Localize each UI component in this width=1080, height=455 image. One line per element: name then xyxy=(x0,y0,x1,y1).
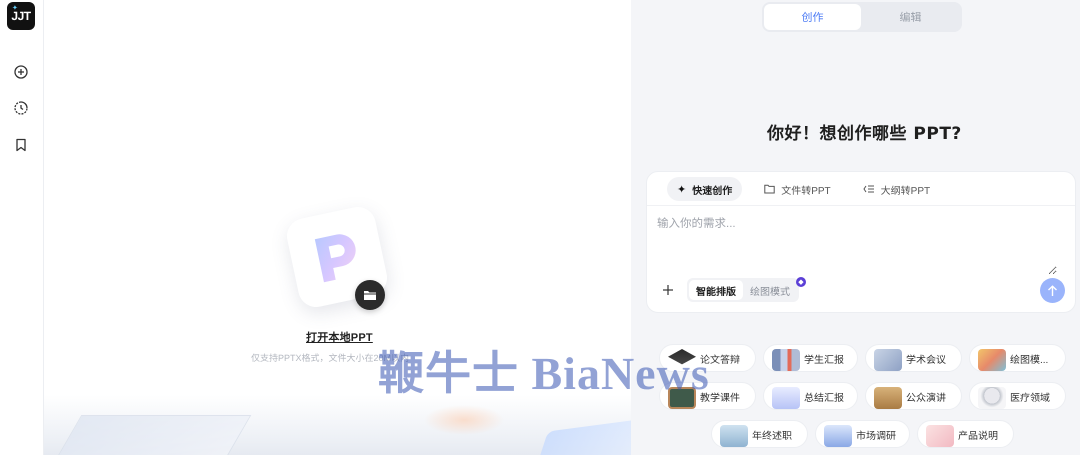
layout-mode-toggle: 智能排版 绘图模式 xyxy=(687,278,799,302)
chip-product-description[interactable]: 产品说明 xyxy=(917,420,1014,448)
file-format-hint: 仅支持PPTX格式，文件大小在20M以内 xyxy=(251,353,410,363)
tab-quick-create-label: 快速创作 xyxy=(692,185,733,197)
chip-label: 绘图模... xyxy=(1010,354,1049,366)
podium-icon xyxy=(874,387,902,409)
sparkle-icon: ✦ xyxy=(677,183,687,196)
chip-market-research[interactable]: 市场调研 xyxy=(815,420,910,448)
new-creation-button[interactable] xyxy=(11,62,31,82)
chip-student-report[interactable]: 学生汇报 xyxy=(763,344,858,372)
chip-teaching-courseware[interactable]: 教学课件 xyxy=(659,382,756,410)
microscope-icon xyxy=(874,349,902,371)
tab-file-to-ppt[interactable]: 文件转PPT xyxy=(754,177,840,201)
tab-create[interactable]: 创作 xyxy=(764,4,861,30)
composer-tabs: ✦ 快速创作 文件转PPT 大纲转PPT xyxy=(667,176,952,202)
drawing-mode-option[interactable]: 绘图模式 xyxy=(743,280,797,300)
chip-drawing-template[interactable]: 绘图模... xyxy=(969,344,1066,372)
outline-icon xyxy=(863,185,874,193)
tab-outline-to-ppt[interactable]: 大纲转PPT xyxy=(853,177,940,201)
smart-layout-option[interactable]: 智能排版 xyxy=(689,280,743,300)
stethoscope-icon xyxy=(978,387,1006,409)
chip-label: 学术会议 xyxy=(906,354,946,366)
palette-icon xyxy=(978,349,1006,371)
chart-icon xyxy=(772,387,800,409)
bookmark-icon xyxy=(16,138,26,152)
chip-year-end-review[interactable]: 年终述职 xyxy=(711,420,808,448)
decorative-background xyxy=(44,395,631,455)
document-stack-icon xyxy=(720,425,748,447)
history-button[interactable] xyxy=(11,98,31,118)
plus-icon xyxy=(663,285,673,295)
chip-label: 公众演讲 xyxy=(906,392,946,404)
folder-icon xyxy=(364,291,376,300)
product-box-icon xyxy=(926,425,954,447)
tab-file-to-ppt-label: 文件转PPT xyxy=(781,185,831,197)
add-attachment-button[interactable] xyxy=(658,280,678,300)
arrow-up-icon xyxy=(1048,284,1057,296)
open-local-ppt-link[interactable]: 打开本地PPT xyxy=(306,329,373,345)
chip-label: 论文答辩 xyxy=(700,354,740,366)
chip-label: 教学课件 xyxy=(700,392,740,404)
books-icon xyxy=(772,349,800,371)
history-icon xyxy=(14,101,28,115)
creation-panel: 创作 编辑 你好！想创作哪些 PPT? ✦ 快速创作 文件转PPT 大纲转PPT… xyxy=(631,0,1080,455)
logo-sparkle-icon: ✦ xyxy=(12,5,18,12)
folder-icon xyxy=(764,184,775,194)
app-logo[interactable]: ✦ JJT xyxy=(7,2,35,30)
chip-label: 市场调研 xyxy=(856,430,896,442)
plus-circle-icon xyxy=(14,65,28,79)
chip-thesis-defense[interactable]: 论文答辩 xyxy=(659,344,756,372)
chip-label: 总结汇报 xyxy=(804,392,844,404)
vip-diamond-icon: ◆ xyxy=(796,277,806,287)
chip-academic-conference[interactable]: 学术会议 xyxy=(865,344,962,372)
workspace-canvas: 打开本地PPT 仅支持PPTX格式，文件大小在20M以内 xyxy=(44,0,631,455)
chip-label: 年终述职 xyxy=(752,430,792,442)
send-button[interactable] xyxy=(1040,278,1065,303)
open-folder-button[interactable] xyxy=(355,280,385,310)
chip-summary-report[interactable]: 总结汇报 xyxy=(763,382,858,410)
tab-quick-create[interactable]: ✦ 快速创作 xyxy=(667,177,743,201)
bookmarks-button[interactable] xyxy=(11,135,31,155)
graduation-cap-icon xyxy=(668,349,696,365)
chip-label: 产品说明 xyxy=(958,430,998,442)
ppt-logo-icon xyxy=(314,234,356,283)
composer-divider xyxy=(647,205,1075,206)
greeting-title: 你好！想创作哪些 PPT? xyxy=(767,124,962,144)
tab-outline-to-ppt-label: 大纲转PPT xyxy=(880,185,931,197)
chip-label: 学生汇报 xyxy=(804,354,844,366)
mode-switch: 创作 编辑 xyxy=(762,2,962,32)
prompt-input[interactable] xyxy=(657,215,1057,275)
chip-public-speech[interactable]: 公众演讲 xyxy=(865,382,962,410)
chip-medical-field[interactable]: 医疗领域 xyxy=(969,382,1066,410)
laptop-chart-icon xyxy=(824,425,852,447)
chip-label: 医疗领域 xyxy=(1010,392,1050,404)
tab-edit[interactable]: 编辑 xyxy=(861,4,960,30)
blackboard-icon xyxy=(668,387,696,409)
left-rail: ✦ JJT xyxy=(0,0,44,455)
